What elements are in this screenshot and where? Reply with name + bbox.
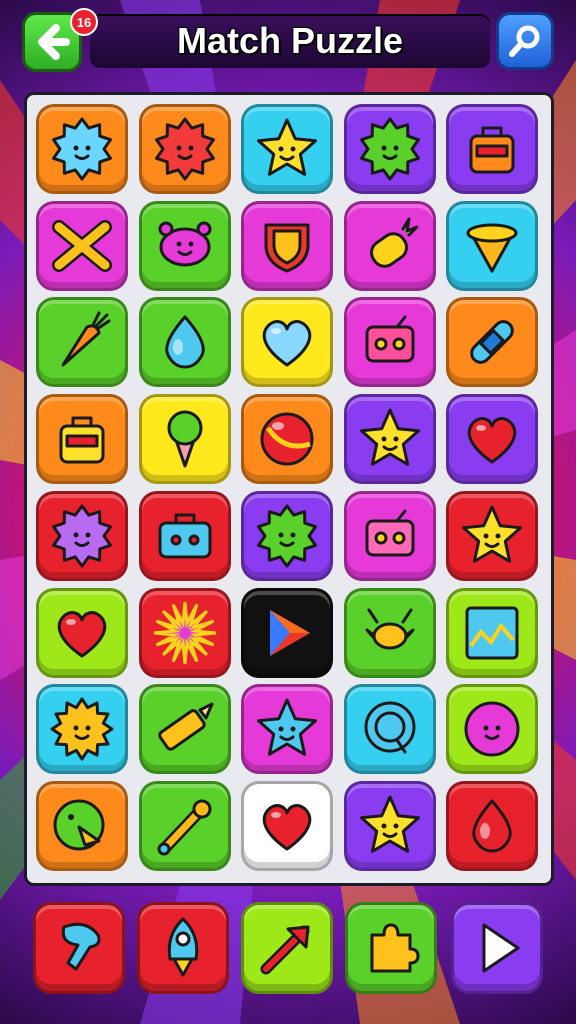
sun-icon [50, 697, 114, 761]
virus-icon [154, 117, 215, 181]
heart-icon [262, 320, 312, 367]
board-tile[interactable] [343, 200, 436, 291]
board-tile[interactable] [241, 297, 333, 388]
wand-icon [157, 799, 211, 856]
drop-icon [472, 799, 512, 853]
board-tile[interactable] [138, 200, 231, 291]
board-tile[interactable] [138, 490, 231, 581]
board-tile[interactable] [138, 104, 231, 194]
virus-icon [359, 117, 420, 181]
board-tile[interactable] [138, 780, 231, 871]
star-icon [257, 698, 317, 756]
heart-icon [57, 610, 107, 657]
star-icon [359, 408, 420, 466]
board-tile[interactable] [36, 587, 128, 678]
bag-icon [469, 126, 515, 174]
board-tile[interactable] [446, 684, 538, 775]
board-tile[interactable] [138, 587, 231, 678]
chat-icon [364, 701, 415, 754]
pencil-icon [157, 702, 213, 751]
chart-icon [465, 606, 519, 659]
board-tile[interactable] [138, 684, 231, 775]
cross-icon [52, 219, 112, 272]
board-tile[interactable] [36, 394, 128, 485]
board-tile[interactable] [446, 490, 538, 581]
board-tile[interactable] [343, 780, 436, 871]
tool-icon [61, 922, 101, 971]
powerup-button[interactable] [241, 902, 333, 994]
board-tile[interactable] [138, 297, 231, 388]
planet-icon [466, 223, 518, 273]
notification-badge: 16 [70, 8, 98, 36]
pineapple-icon [369, 217, 418, 268]
play-icon [482, 923, 520, 973]
puzzle-board [24, 92, 554, 886]
board-tile[interactable] [138, 394, 231, 485]
board-tile[interactable] [446, 104, 538, 194]
burst-icon [153, 601, 216, 664]
powerup-button[interactable] [33, 902, 125, 994]
bird-icon [53, 799, 105, 851]
virus-icon [52, 117, 112, 181]
icecream-icon [167, 410, 202, 468]
board-tile[interactable] [446, 200, 538, 291]
board-tile[interactable] [343, 684, 436, 775]
carrot-icon [61, 311, 111, 367]
powerup-button[interactable] [451, 902, 543, 994]
board-tile[interactable] [36, 684, 128, 775]
star-icon [462, 505, 522, 563]
drop-icon [164, 315, 205, 369]
rocket-icon [167, 917, 199, 977]
virus-icon [52, 504, 112, 568]
bandage-icon [470, 320, 514, 365]
board-tile[interactable] [446, 394, 538, 485]
radio-icon [365, 509, 414, 557]
powerup-button[interactable] [345, 902, 437, 994]
bull-icon [365, 608, 414, 649]
board-tile[interactable] [241, 587, 333, 678]
board-tile[interactable] [36, 104, 128, 194]
page-title: Match Puzzle [176, 20, 404, 61]
heart-icon [262, 803, 312, 851]
board-tile[interactable] [343, 394, 436, 485]
virus-icon [257, 504, 317, 568]
board-tile[interactable] [343, 297, 436, 388]
shield-icon [264, 223, 310, 273]
blob-icon [464, 701, 520, 757]
radio-icon [365, 315, 414, 363]
board-tile[interactable] [343, 587, 436, 678]
board-tile[interactable] [241, 104, 333, 194]
board-tile[interactable] [241, 490, 333, 581]
creature-icon [158, 221, 211, 267]
board-tile[interactable] [343, 490, 436, 581]
powerup-bar [0, 896, 576, 1006]
board-tile[interactable] [36, 490, 128, 581]
search-icon [509, 25, 540, 57]
search-button[interactable] [496, 12, 554, 70]
board-tile[interactable] [36, 200, 128, 291]
ball-icon [260, 412, 314, 466]
board-tile[interactable] [446, 780, 538, 871]
board-tile[interactable] [241, 200, 333, 291]
board-tile[interactable] [241, 780, 333, 871]
board-tile[interactable] [446, 587, 538, 678]
play-logo-icon [270, 609, 310, 656]
top-bar: Match Puzzle 16 [0, 0, 576, 84]
arrow-icon [260, 925, 310, 975]
back-arrow-icon [38, 24, 70, 60]
board-tile[interactable] [343, 104, 436, 194]
star-icon [359, 795, 420, 853]
toolbox-icon [158, 513, 211, 559]
board-tile[interactable] [241, 684, 333, 775]
board-tile[interactable] [36, 780, 128, 871]
powerup-button[interactable] [137, 902, 229, 994]
board-tile[interactable] [36, 297, 128, 388]
board-tile[interactable] [241, 394, 333, 485]
star-icon [257, 118, 317, 176]
puzzle-icon [370, 923, 420, 973]
heart-icon [467, 417, 517, 464]
bag-icon [59, 416, 105, 464]
board-tile[interactable] [446, 297, 538, 388]
